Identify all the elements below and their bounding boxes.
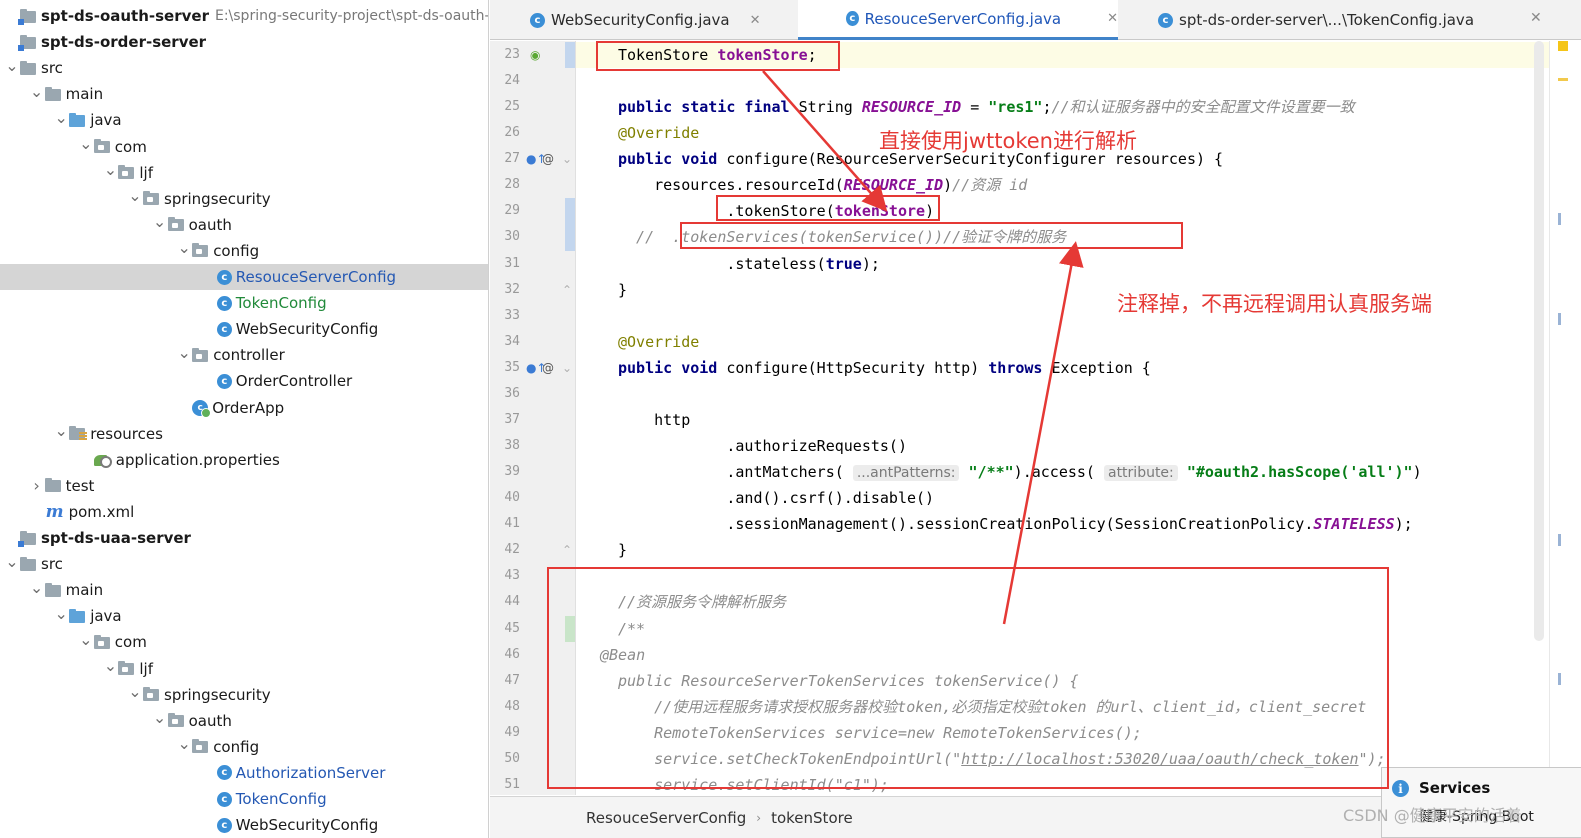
arrow-to-commented-line <box>1002 241 1084 625</box>
arrow-to-tokenstore-call <box>762 70 888 212</box>
annotation-arrows <box>762 70 1084 625</box>
